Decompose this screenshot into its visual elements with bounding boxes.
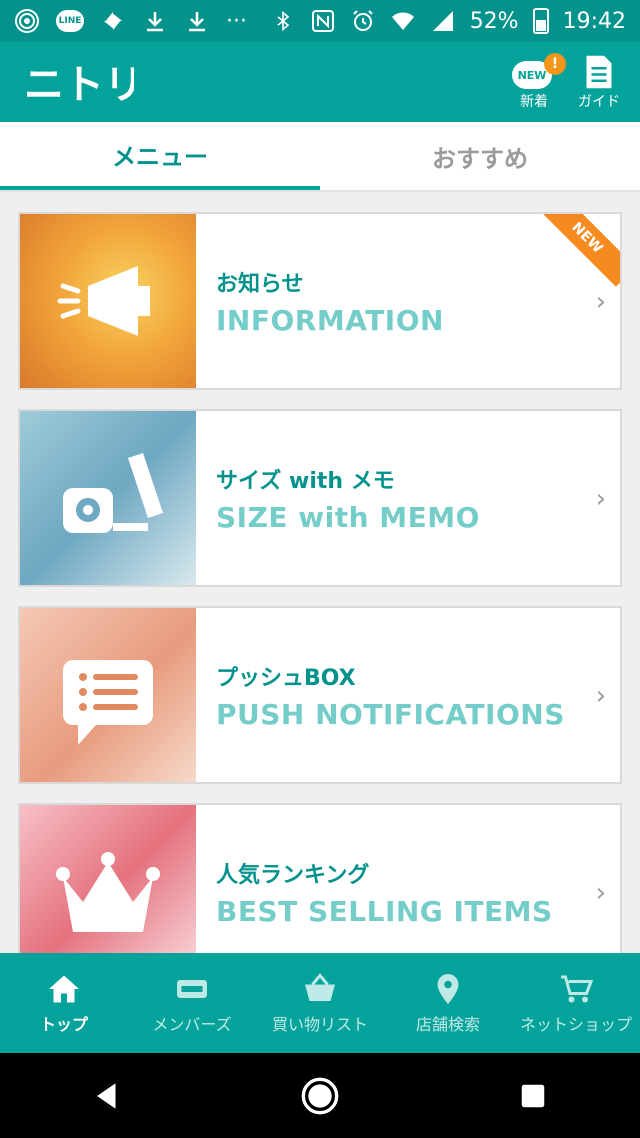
battery-icon <box>532 8 549 34</box>
cart-icon <box>561 975 594 1003</box>
home-icon <box>49 975 79 1003</box>
wifi-icon <box>390 8 416 34</box>
alarm-icon <box>350 8 376 34</box>
bottom-nav: トップ メンバーズ 買い物リスト 店舗検索 ネットショップ <box>0 953 640 1053</box>
basket-icon <box>305 973 335 1001</box>
back-icon <box>96 1082 116 1109</box>
nfc-icon <box>310 8 336 34</box>
card-title-en: INFORMATION <box>216 303 444 337</box>
new-arrivals-button[interactable]: NEW ! 新着 <box>512 53 566 111</box>
tab-bar: メニュー おすすめ <box>0 122 640 192</box>
card-size-memo[interactable]: サイズ with メモ SIZE with MEMO › <box>18 409 622 587</box>
chat-list-icon <box>63 660 153 745</box>
download-icon <box>184 8 210 34</box>
chevron-right-icon: › <box>595 287 606 317</box>
card-title-jp: プッシュBOX <box>216 665 356 691</box>
tab-menu[interactable]: メニュー <box>0 122 320 190</box>
pinwheel-icon <box>100 8 126 34</box>
status-bar: LINE ··· 52% 19:42 <box>0 0 640 42</box>
signal-icon <box>430 8 456 34</box>
nav-label: ネットショップ <box>519 1015 632 1034</box>
bluetooth-icon <box>270 8 296 34</box>
card-thumbnail <box>20 608 196 782</box>
guide-label: ガイド <box>578 94 620 110</box>
card-push-box[interactable]: プッシュBOX PUSH NOTIFICATIONS › <box>18 606 622 784</box>
alert-icon: ! <box>544 53 566 75</box>
line-icon: LINE <box>56 10 84 32</box>
card-title-jp: サイズ with メモ <box>216 468 395 494</box>
nav-store-search[interactable]: 店舗検索 <box>384 953 512 1053</box>
nav-label: トップ <box>39 1015 88 1034</box>
nfc-wireless-icon <box>14 8 40 34</box>
document-icon <box>586 55 612 89</box>
chevron-right-icon: › <box>595 484 606 514</box>
recents-button[interactable] <box>503 1066 563 1126</box>
back-button[interactable] <box>77 1066 137 1126</box>
app-root: LINE ··· 52% 19:42 ニトリ NEW ! 新着 ガイド メニュー… <box>0 0 640 1138</box>
nav-shopping-list[interactable]: 買い物リスト <box>256 953 384 1053</box>
clock: 19:42 <box>562 8 626 34</box>
nitori-logo: ニトリ <box>24 62 134 106</box>
download-icon <box>142 8 168 34</box>
more-notifications: ··· <box>226 8 247 34</box>
nav-top[interactable]: トップ <box>0 953 128 1053</box>
megaphone-icon <box>57 266 150 336</box>
nav-members[interactable]: メンバーズ <box>128 953 256 1053</box>
card-title-en: BEST SELLING ITEMS <box>216 894 553 928</box>
guide-button[interactable]: ガイド <box>578 53 620 111</box>
crown-icon <box>56 852 160 932</box>
new-arrivals-label: 新着 <box>520 94 548 110</box>
new-ribbon: NEW <box>538 214 620 287</box>
card-information[interactable]: お知らせ INFORMATION NEW › <box>18 212 622 390</box>
battery-percent: 52% <box>469 8 519 34</box>
location-pin-icon <box>437 974 459 1004</box>
nav-label: メンバーズ <box>152 1015 232 1034</box>
nav-net-shop[interactable]: ネットショップ <box>512 953 640 1053</box>
card-title-en: SIZE with MEMO <box>216 500 480 534</box>
tab-recommended[interactable]: おすすめ <box>320 122 640 190</box>
card-thumbnail <box>20 214 196 388</box>
home-button[interactable] <box>290 1066 350 1126</box>
chevron-right-icon: › <box>595 878 606 908</box>
card-title-en: PUSH NOTIFICATIONS <box>216 697 565 731</box>
app-header: ニトリ NEW ! 新着 ガイド <box>0 42 640 122</box>
nav-label: 店舗検索 <box>415 1015 480 1034</box>
member-card-icon <box>177 980 207 998</box>
chevron-right-icon: › <box>595 681 606 711</box>
svg-text:ニトリ: ニトリ <box>24 62 134 106</box>
card-thumbnail <box>20 411 196 585</box>
system-nav-bar <box>0 1053 640 1138</box>
home-circle-icon <box>301 1077 339 1114</box>
tape-measure-icon <box>63 453 163 533</box>
card-title-jp: お知らせ <box>216 271 304 297</box>
nav-label: 買い物リスト <box>271 1015 368 1034</box>
card-title-jp: 人気ランキング <box>216 862 370 888</box>
recents-icon <box>522 1084 545 1107</box>
